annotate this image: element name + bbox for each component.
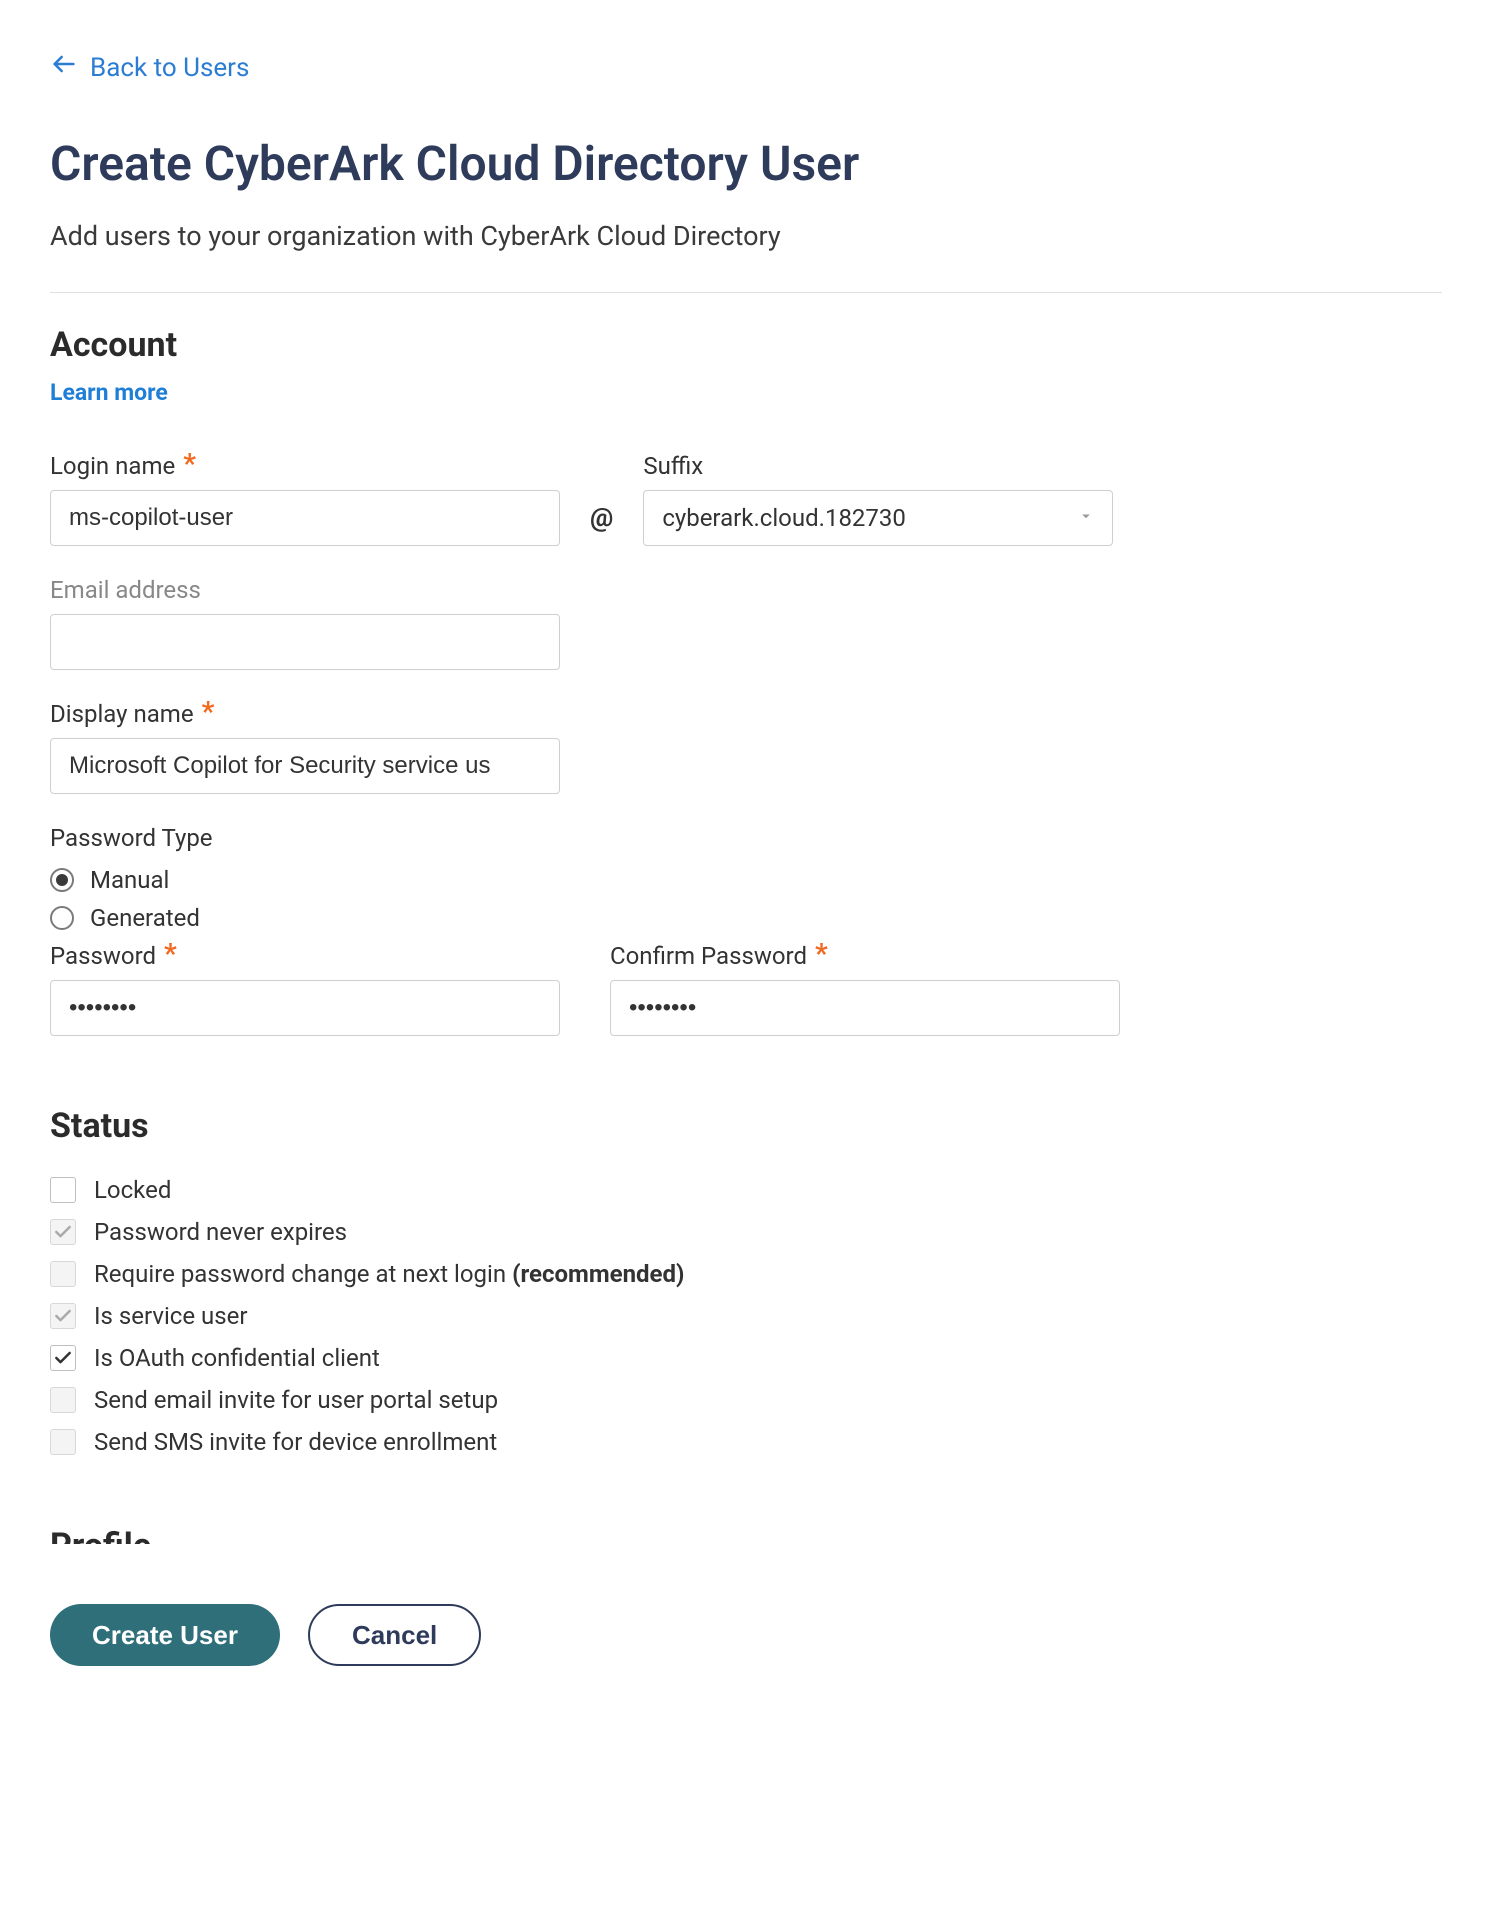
page-title: Create CyberArk Cloud Directory User	[50, 135, 1442, 192]
checkbox-icon	[50, 1429, 76, 1455]
email-label: Email address	[50, 576, 560, 604]
learn-more-link[interactable]: Learn more	[50, 379, 168, 406]
suffix-value: cyberark.cloud.182730	[662, 504, 906, 532]
status-email-invite-checkbox[interactable]: Send email invite for user portal setup	[50, 1386, 1442, 1414]
radio-icon	[50, 868, 74, 892]
checkbox-icon	[50, 1387, 76, 1413]
password-input[interactable]	[50, 980, 560, 1036]
checkbox-icon	[50, 1345, 76, 1371]
checkbox-label: Is service user	[94, 1302, 248, 1330]
confirm-password-input[interactable]	[610, 980, 1120, 1036]
checkbox-label: Password never expires	[94, 1218, 347, 1246]
checkbox-icon	[50, 1303, 76, 1329]
profile-heading-cutoff: Profile	[50, 1526, 1442, 1544]
checkbox-icon	[50, 1219, 76, 1245]
password-type-label: Password Type	[50, 824, 1442, 852]
required-asterisk-icon: *	[183, 456, 196, 473]
display-name-input[interactable]	[50, 738, 560, 794]
status-sms-invite-checkbox[interactable]: Send SMS invite for device enrollment	[50, 1428, 1442, 1456]
divider	[50, 292, 1442, 293]
status-oauth-client-checkbox[interactable]: Is OAuth confidential client	[50, 1344, 1442, 1372]
password-type-generated-radio[interactable]: Generated	[50, 904, 1442, 932]
status-never-expires-checkbox[interactable]: Password never expires	[50, 1218, 1442, 1246]
checkbox-label: Locked	[94, 1176, 171, 1204]
at-symbol: @	[590, 490, 613, 546]
confirm-password-label: Confirm Password*	[610, 942, 1120, 970]
page-subtitle: Add users to your organization with Cybe…	[50, 220, 1442, 252]
checkbox-label: Is OAuth confidential client	[94, 1344, 380, 1372]
required-asterisk-icon: *	[164, 946, 177, 963]
create-user-button[interactable]: Create User	[50, 1604, 280, 1666]
account-heading: Account	[50, 325, 1442, 365]
checkbox-label: Send email invite for user portal setup	[94, 1386, 498, 1414]
checkbox-icon	[50, 1177, 76, 1203]
display-name-label: Display name*	[50, 700, 560, 728]
radio-label: Manual	[90, 866, 169, 894]
suffix-select[interactable]: cyberark.cloud.182730	[643, 490, 1113, 546]
email-input[interactable]	[50, 614, 560, 670]
required-asterisk-icon: *	[815, 946, 828, 963]
required-asterisk-icon: *	[202, 704, 215, 721]
back-to-users-link[interactable]: Back to Users	[50, 50, 249, 85]
checkbox-label: Require password change at next login (r…	[94, 1260, 684, 1288]
password-type-manual-radio[interactable]: Manual	[50, 866, 1442, 894]
status-locked-checkbox[interactable]: Locked	[50, 1176, 1442, 1204]
status-service-user-checkbox[interactable]: Is service user	[50, 1302, 1442, 1330]
password-label: Password*	[50, 942, 560, 970]
status-heading: Status	[50, 1106, 1442, 1146]
back-link-label: Back to Users	[90, 53, 249, 83]
radio-label: Generated	[90, 904, 200, 932]
status-require-change-checkbox[interactable]: Require password change at next login (r…	[50, 1260, 1442, 1288]
login-name-input[interactable]	[50, 490, 560, 546]
checkbox-label: Send SMS invite for device enrollment	[94, 1428, 497, 1456]
chevron-down-icon	[1077, 507, 1095, 529]
radio-icon	[50, 906, 74, 930]
cancel-button[interactable]: Cancel	[308, 1604, 481, 1666]
login-name-label: Login name*	[50, 452, 560, 480]
arrow-left-icon	[50, 50, 78, 85]
checkbox-icon	[50, 1261, 76, 1287]
suffix-label: Suffix	[643, 452, 1113, 480]
